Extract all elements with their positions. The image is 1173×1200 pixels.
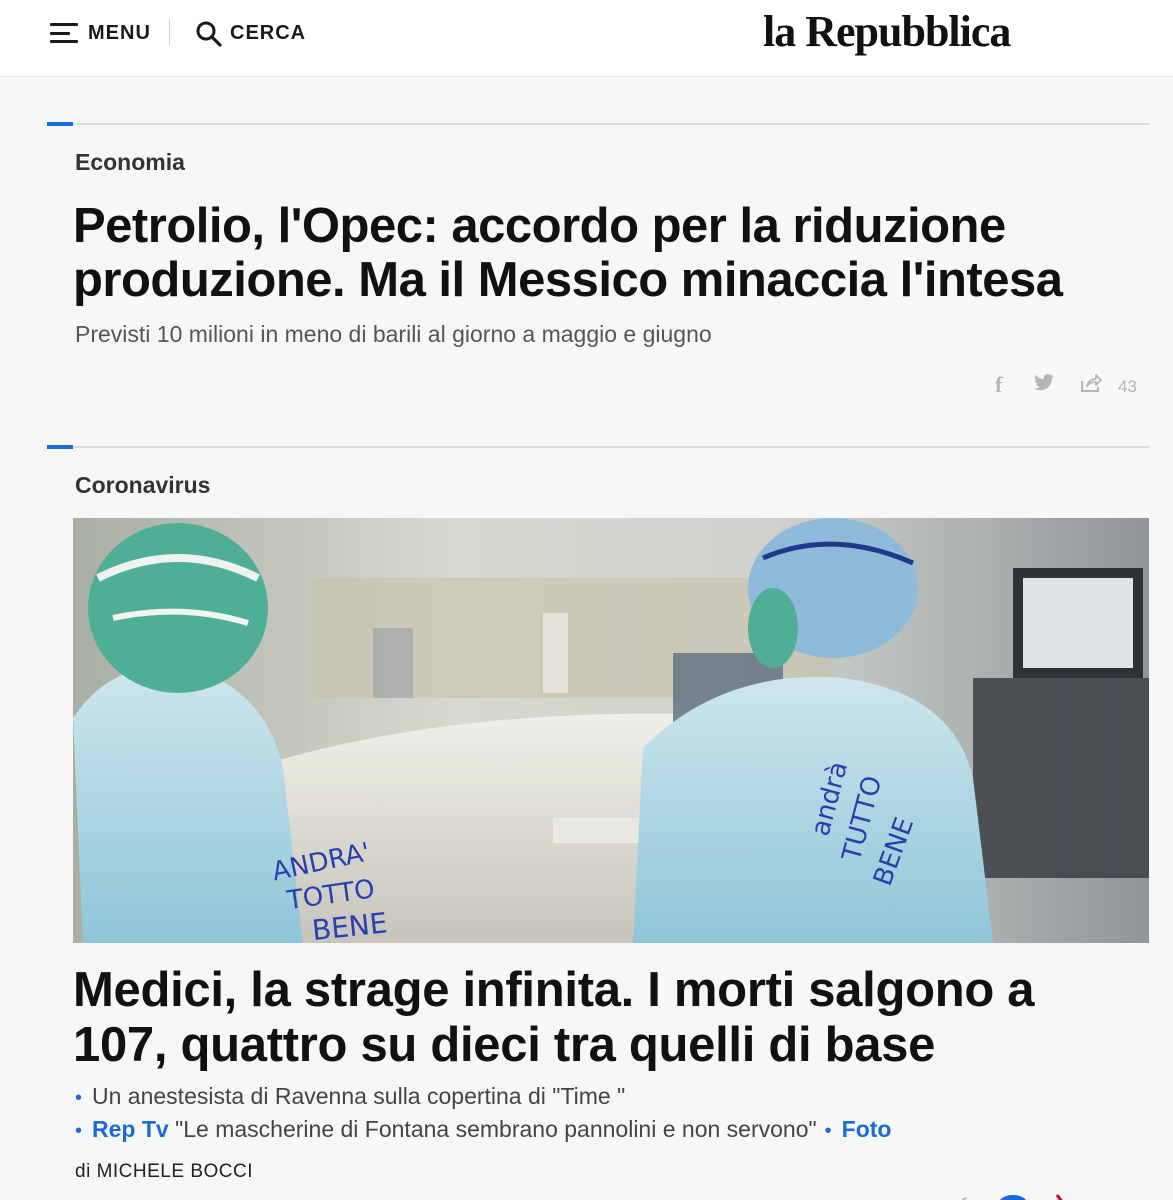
rep-tv-tag[interactable]: Rep Tv (92, 1116, 169, 1142)
facebook-icon[interactable]: f (995, 372, 1002, 398)
bullet-dot-icon: • (75, 1087, 83, 1109)
search-label: CERCA (230, 21, 307, 44)
hamburger-icon (50, 23, 78, 43)
section-label-coronavirus[interactable]: Coronavirus (75, 472, 210, 499)
related-link[interactable]: • Un anestesista di Ravenna sulla coperti… (75, 1083, 625, 1110)
foto-link[interactable]: Foto (842, 1116, 892, 1142)
article-photo[interactable]: ANDRA' TOTTO BENE andrà TUTTO BENE (73, 518, 1149, 943)
article-subhead: Previsti 10 milioni in meno di barili al… (75, 321, 712, 347)
related-link-text[interactable]: "Le mascherine di Fontana sembrano panno… (169, 1116, 817, 1142)
byline: di MICHELE BOCCI (75, 1161, 253, 1183)
share-icon[interactable] (1080, 373, 1102, 393)
section-label-economia[interactable]: Economia (75, 149, 185, 176)
bullet-dot-icon: • (75, 1120, 83, 1142)
byline-prefix: di (75, 1161, 91, 1182)
related-link[interactable]: • Rep Tv "Le mascherine di Fontana sembra… (75, 1116, 891, 1143)
menu-button[interactable]: MENU (50, 18, 151, 48)
article-headline[interactable]: Medici, la strage infinita. I morti salg… (73, 963, 1133, 1073)
bullet-dot-icon: • (824, 1120, 832, 1142)
top-bar: MENU CERCA la Repubblica (0, 0, 1173, 77)
twitter-icon[interactable] (1033, 374, 1055, 392)
section-divider (47, 122, 1149, 126)
section-divider (47, 445, 1149, 449)
nav-divider (169, 20, 170, 46)
author-name[interactable]: MICHELE BOCCI (97, 1161, 253, 1182)
twitter-icon[interactable] (998, 1193, 1028, 1200)
doctors-photo-illustration: ANDRA' TOTTO BENE andrà TUTTO BENE (73, 518, 1149, 943)
search-button[interactable]: CERCA (195, 18, 306, 48)
article-headline[interactable]: Petrolio, l'Opec: accordo per la riduzio… (73, 199, 1133, 307)
menu-label: MENU (88, 21, 151, 44)
share-count: 43 (1118, 377, 1137, 396)
site-logo[interactable]: la Repubblica (763, 6, 1011, 57)
related-link-text[interactable]: Un anestesista di Ravenna sulla copertin… (92, 1083, 625, 1109)
share-icon[interactable] (1055, 1193, 1067, 1200)
facebook-icon[interactable]: f (960, 1193, 967, 1200)
search-icon (196, 21, 222, 47)
